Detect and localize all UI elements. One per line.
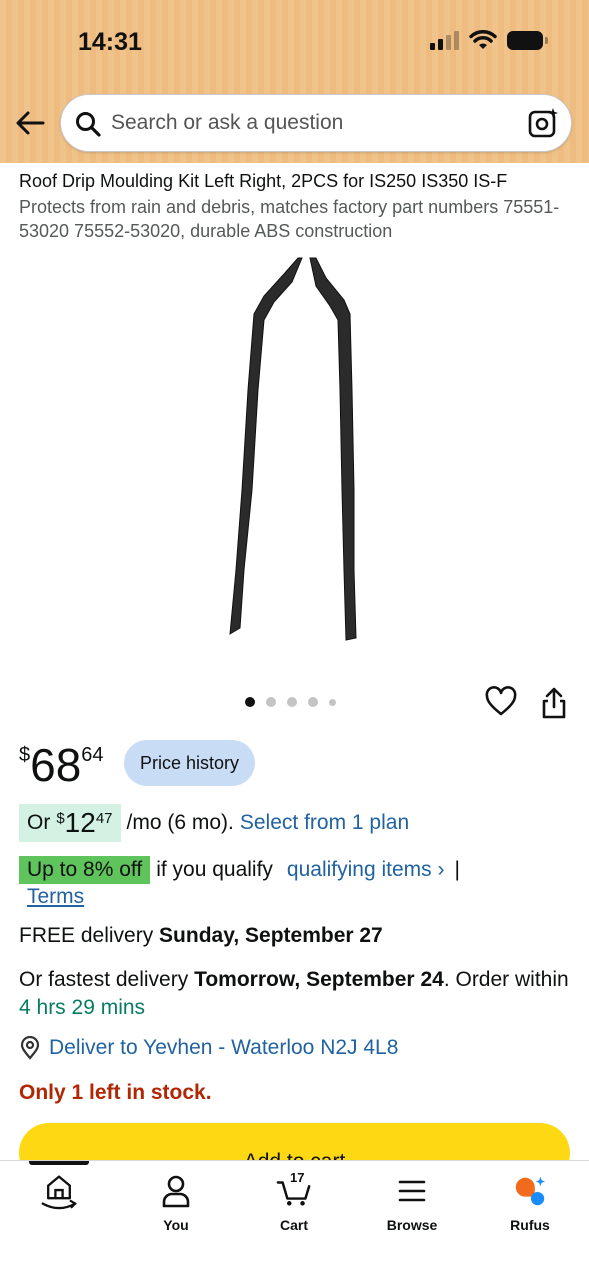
price: $ 68 64 bbox=[19, 738, 104, 792]
share-icon[interactable] bbox=[539, 686, 569, 720]
carousel-dot[interactable] bbox=[245, 697, 255, 707]
qualifying-items-link[interactable]: qualifying items › bbox=[287, 858, 445, 882]
back-arrow-icon bbox=[16, 111, 45, 135]
location-pin-icon bbox=[20, 1036, 40, 1060]
price-history-button[interactable]: Price history bbox=[124, 740, 256, 786]
discount-separator: | bbox=[454, 858, 460, 881]
fastest-delivery: Or fastest delivery Tomorrow, September … bbox=[19, 966, 574, 1022]
carousel-dot[interactable] bbox=[287, 697, 297, 707]
product-title: Roof Drip Moulding Kit Left Right, 2PCS … bbox=[19, 171, 508, 191]
monthly-fraction: 47 bbox=[95, 810, 113, 827]
stock-status: Only 1 left in stock. bbox=[19, 1081, 212, 1104]
search-icon[interactable] bbox=[75, 111, 101, 137]
wifi-icon bbox=[469, 30, 497, 49]
discount-row: Up to 8% off if you qualify qualifying i… bbox=[19, 856, 460, 884]
nav-browse[interactable]: Browse bbox=[367, 1173, 457, 1233]
image-carousel-dots[interactable] bbox=[245, 697, 336, 707]
menu-icon bbox=[398, 1180, 426, 1202]
home-icon bbox=[41, 1175, 77, 1210]
nav-you-label: You bbox=[163, 1217, 189, 1233]
monthly-payment: Or $ 12 47 /mo (6 mo). Select from 1 pla… bbox=[19, 804, 409, 842]
nav-browse-label: Browse bbox=[386, 1217, 438, 1233]
nav-you[interactable]: You bbox=[131, 1173, 221, 1233]
price-fraction: 64 bbox=[81, 744, 104, 766]
cart-count-badge: 17 bbox=[290, 1170, 305, 1185]
nav-cart-label: Cart bbox=[279, 1217, 308, 1233]
search-bar[interactable] bbox=[60, 94, 572, 152]
heart-icon[interactable] bbox=[485, 686, 517, 718]
nav-rufus-label: Rufus bbox=[510, 1217, 550, 1233]
rufus-icon bbox=[515, 1176, 546, 1206]
deliver-to-text[interactable]: Deliver to Yevhen - Waterloo N2J 4L8 bbox=[49, 1036, 398, 1060]
discount-badge: Up to 8% off bbox=[19, 856, 151, 884]
back-button[interactable] bbox=[12, 105, 48, 141]
monthly-prefix: Or bbox=[27, 811, 51, 834]
order-within-text: . Order within bbox=[443, 968, 569, 991]
product-subtitle: Protects from rain and debris, matches f… bbox=[19, 197, 560, 241]
fastest-delivery-label: Or fastest delivery bbox=[19, 968, 189, 991]
header: 14:31 bbox=[0, 0, 589, 163]
monthly-whole: 12 bbox=[64, 807, 96, 838]
fastest-delivery-date: Tomorrow, September 24 bbox=[194, 968, 444, 991]
price-whole: 68 bbox=[30, 739, 82, 791]
deliver-to-link[interactable]: Deliver to Yevhen - Waterloo N2J 4L8 bbox=[19, 1036, 398, 1060]
nav-active-indicator bbox=[29, 1161, 89, 1165]
carousel-dot[interactable] bbox=[308, 697, 318, 707]
carousel-dot[interactable] bbox=[329, 698, 336, 706]
monthly-price-badge: Or $ 12 47 bbox=[19, 804, 121, 842]
monthly-currency: $ bbox=[56, 810, 65, 827]
terms-link[interactable]: Terms bbox=[27, 885, 84, 909]
status-icons bbox=[430, 30, 548, 50]
nav-cart[interactable]: 17 Cart bbox=[249, 1170, 339, 1233]
battery-icon bbox=[507, 30, 548, 50]
bottom-nav: You 17 Cart Browse Rufus bbox=[0, 1160, 589, 1280]
free-delivery: FREE delivery Sunday, September 27 bbox=[19, 924, 383, 948]
search-input[interactable] bbox=[111, 95, 511, 151]
camera-search-icon[interactable] bbox=[527, 107, 559, 139]
monthly-suffix: /mo (6 mo). bbox=[126, 811, 234, 834]
person-icon bbox=[162, 1175, 190, 1208]
delivery-countdown: 4 hrs 29 mins bbox=[19, 996, 146, 1019]
nav-rufus[interactable]: Rufus bbox=[485, 1173, 575, 1233]
qualify-text: if you qualify bbox=[156, 858, 273, 881]
status-time: 14:31 bbox=[78, 28, 142, 56]
nav-home[interactable] bbox=[14, 1173, 104, 1217]
cellular-signal-icon bbox=[430, 30, 459, 50]
free-delivery-label: FREE delivery bbox=[19, 924, 154, 947]
product-image[interactable] bbox=[200, 250, 390, 650]
carousel-dot[interactable] bbox=[266, 697, 276, 707]
select-plan-link[interactable]: Select from 1 plan bbox=[240, 811, 409, 835]
free-delivery-date: Sunday, September 27 bbox=[159, 924, 383, 947]
price-currency: $ bbox=[19, 744, 31, 766]
